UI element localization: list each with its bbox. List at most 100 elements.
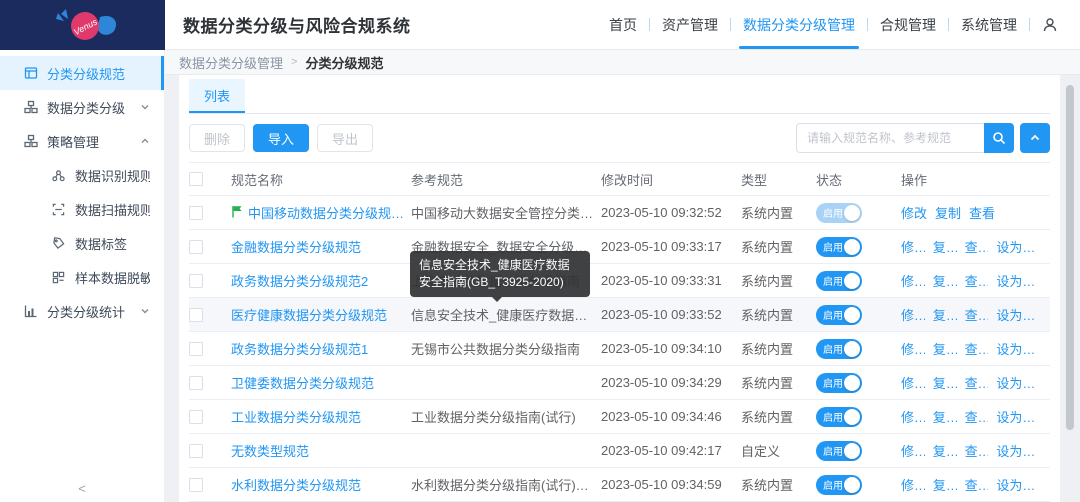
nav-compliance[interactable]: 合规管理 <box>868 0 948 49</box>
action-edit-link[interactable]: 修改 <box>901 237 925 256</box>
action-set-default-link[interactable]: 设为默认 <box>996 475 1044 494</box>
type-text: 系统内置 <box>741 339 816 358</box>
import-button[interactable]: 导入 <box>253 124 309 152</box>
nav-system-management[interactable]: 系统管理 <box>949 0 1029 49</box>
search-input[interactable] <box>796 123 984 153</box>
collapse-search-button[interactable] <box>1020 123 1050 153</box>
spec-name-link[interactable]: 金融数据分类分级规范 <box>231 237 361 256</box>
action-view-link[interactable]: 查看 <box>965 339 989 358</box>
nav-data-classification[interactable]: 数据分类分级管理 <box>731 0 867 49</box>
action-edit-link[interactable]: 修改 <box>901 475 925 494</box>
status-toggle[interactable]: 启用 <box>816 441 862 461</box>
action-copy-link[interactable]: 复制 <box>933 237 957 256</box>
action-view-link[interactable]: 查看 <box>965 407 989 426</box>
spec-name-link[interactable]: 卫健委数据分类分级规范 <box>231 373 374 392</box>
sidebar-item-scan-rules[interactable]: 数据扫描规则 <box>0 192 164 226</box>
action-copy-link[interactable]: 复制 <box>933 305 957 324</box>
modified-time: 2023-05-10 09:33:31 <box>601 273 741 288</box>
spec-name-link[interactable]: 无数类型规范 <box>231 441 309 460</box>
sidebar-item-sample-masking[interactable]: 样本数据脱敏策略 <box>0 260 164 294</box>
action-copy-link[interactable]: 复制 <box>933 441 957 460</box>
export-button[interactable]: 导出 <box>317 124 373 152</box>
action-edit-link[interactable]: 修改 <box>901 407 925 426</box>
type-text: 系统内置 <box>741 203 816 222</box>
select-all-checkbox[interactable] <box>189 172 203 186</box>
action-copy-link[interactable]: 复制 <box>933 373 957 392</box>
action-view-link[interactable]: 查看 <box>969 203 995 222</box>
table-row: 金融数据分类分级规范金融数据安全_数据安全分级指南(JR_T01...2023-… <box>189 230 1050 264</box>
action-set-default-link[interactable]: 设为默认 <box>996 373 1044 392</box>
action-edit-link[interactable]: 修改 <box>901 339 925 358</box>
action-view-link[interactable]: 查看 <box>965 271 989 290</box>
status-toggle[interactable]: 启用 <box>816 407 862 427</box>
action-edit-link[interactable]: 修改 <box>901 373 925 392</box>
row-checkbox[interactable] <box>189 308 203 322</box>
delete-button[interactable]: 删除 <box>189 124 245 152</box>
modified-time: 2023-05-10 09:33:17 <box>601 239 741 254</box>
action-view-link[interactable]: 查看 <box>965 305 989 324</box>
sidebar-item-spec[interactable]: 分类分级规范 <box>0 56 164 90</box>
action-edit-link[interactable]: 修改 <box>901 271 925 290</box>
action-set-default-link[interactable]: 设为默认 <box>996 305 1044 324</box>
action-set-default-link[interactable]: 设为默认 <box>996 407 1044 426</box>
table-header-row: 规范名称 参考规范 修改时间 类型 状态 操作 <box>189 162 1050 196</box>
sidebar-collapse-button[interactable]: < <box>0 481 164 496</box>
toggle-knob <box>844 375 860 391</box>
action-view-link[interactable]: 查看 <box>965 475 989 494</box>
action-view-link[interactable]: 查看 <box>965 237 989 256</box>
nav-home[interactable]: 首页 <box>597 0 649 49</box>
type-text: 系统内置 <box>741 271 816 290</box>
status-toggle[interactable]: 启用 <box>816 373 862 393</box>
status-toggle[interactable]: 启用 <box>816 203 862 223</box>
action-view-link[interactable]: 查看 <box>965 373 989 392</box>
action-copy-link[interactable]: 复制 <box>935 203 961 222</box>
chevron-up-icon <box>1029 132 1041 144</box>
row-checkbox[interactable] <box>189 240 203 254</box>
breadcrumb-parent[interactable]: 数据分类分级管理 <box>179 53 283 72</box>
tab-list[interactable]: 列表 <box>189 79 245 113</box>
spec-name-link[interactable]: 政务数据分类分级规范2 <box>231 271 368 290</box>
action-edit-link[interactable]: 修改 <box>901 441 925 460</box>
brand-logo[interactable]: Venus <box>0 0 165 50</box>
sidebar-item-data-tags[interactable]: 数据标签 <box>0 226 164 260</box>
action-set-default-link[interactable]: 设为默认 <box>996 339 1044 358</box>
sidebar-item-data-classification[interactable]: 数据分类分级 <box>0 90 164 124</box>
sidebar-item-policy-management[interactable]: 策略管理 <box>0 124 164 158</box>
action-set-default-link[interactable]: 设为默认 <box>996 441 1044 460</box>
action-edit-link[interactable]: 修改 <box>901 203 927 222</box>
table-row: 水利数据分类分级规范水利数据分类分级指南(试行)256号2023-05-10 0… <box>189 468 1050 502</box>
spec-name-link[interactable]: 医疗健康数据分类分级规范 <box>231 305 387 324</box>
classification-icon <box>24 100 38 114</box>
status-toggle[interactable]: 启用 <box>816 237 862 257</box>
spec-name-link[interactable]: 工业数据分类分级规范 <box>231 407 361 426</box>
sidebar-item-identify-rules[interactable]: 数据识别规则 <box>0 158 164 192</box>
row-checkbox[interactable] <box>189 410 203 424</box>
action-copy-link[interactable]: 复制 <box>933 475 957 494</box>
action-copy-link[interactable]: 复制 <box>933 271 957 290</box>
action-copy-link[interactable]: 复制 <box>933 407 957 426</box>
action-set-default-link[interactable]: 设为默认 <box>996 271 1044 290</box>
spec-name-link[interactable]: 中国移动数据分类分级规范1 <box>248 203 405 222</box>
vertical-scrollbar[interactable] <box>1066 85 1074 430</box>
reference-tooltip: 信息安全技术_健康医疗数据安全指南(GB_T3925-2020) <box>410 251 590 297</box>
row-checkbox[interactable] <box>189 444 203 458</box>
row-checkbox[interactable] <box>189 342 203 356</box>
row-checkbox[interactable] <box>189 206 203 220</box>
row-checkbox[interactable] <box>189 478 203 492</box>
spec-name-link[interactable]: 水利数据分类分级规范 <box>231 475 361 494</box>
row-checkbox[interactable] <box>189 376 203 390</box>
row-checkbox[interactable] <box>189 274 203 288</box>
sidebar-item-statistics[interactable]: 分类分级统计 <box>0 294 164 328</box>
status-toggle[interactable]: 启用 <box>816 271 862 291</box>
spec-name-link[interactable]: 政务数据分类分级规范1 <box>231 339 368 358</box>
action-view-link[interactable]: 查看 <box>965 441 989 460</box>
action-edit-link[interactable]: 修改 <box>901 305 925 324</box>
search-button[interactable] <box>984 123 1014 153</box>
status-toggle[interactable]: 启用 <box>816 475 862 495</box>
action-set-default-link[interactable]: 设为默认 <box>996 237 1044 256</box>
person-icon[interactable] <box>1030 17 1062 33</box>
status-toggle[interactable]: 启用 <box>816 305 862 325</box>
status-toggle[interactable]: 启用 <box>816 339 862 359</box>
action-copy-link[interactable]: 复制 <box>933 339 957 358</box>
nav-asset-management[interactable]: 资产管理 <box>650 0 730 49</box>
